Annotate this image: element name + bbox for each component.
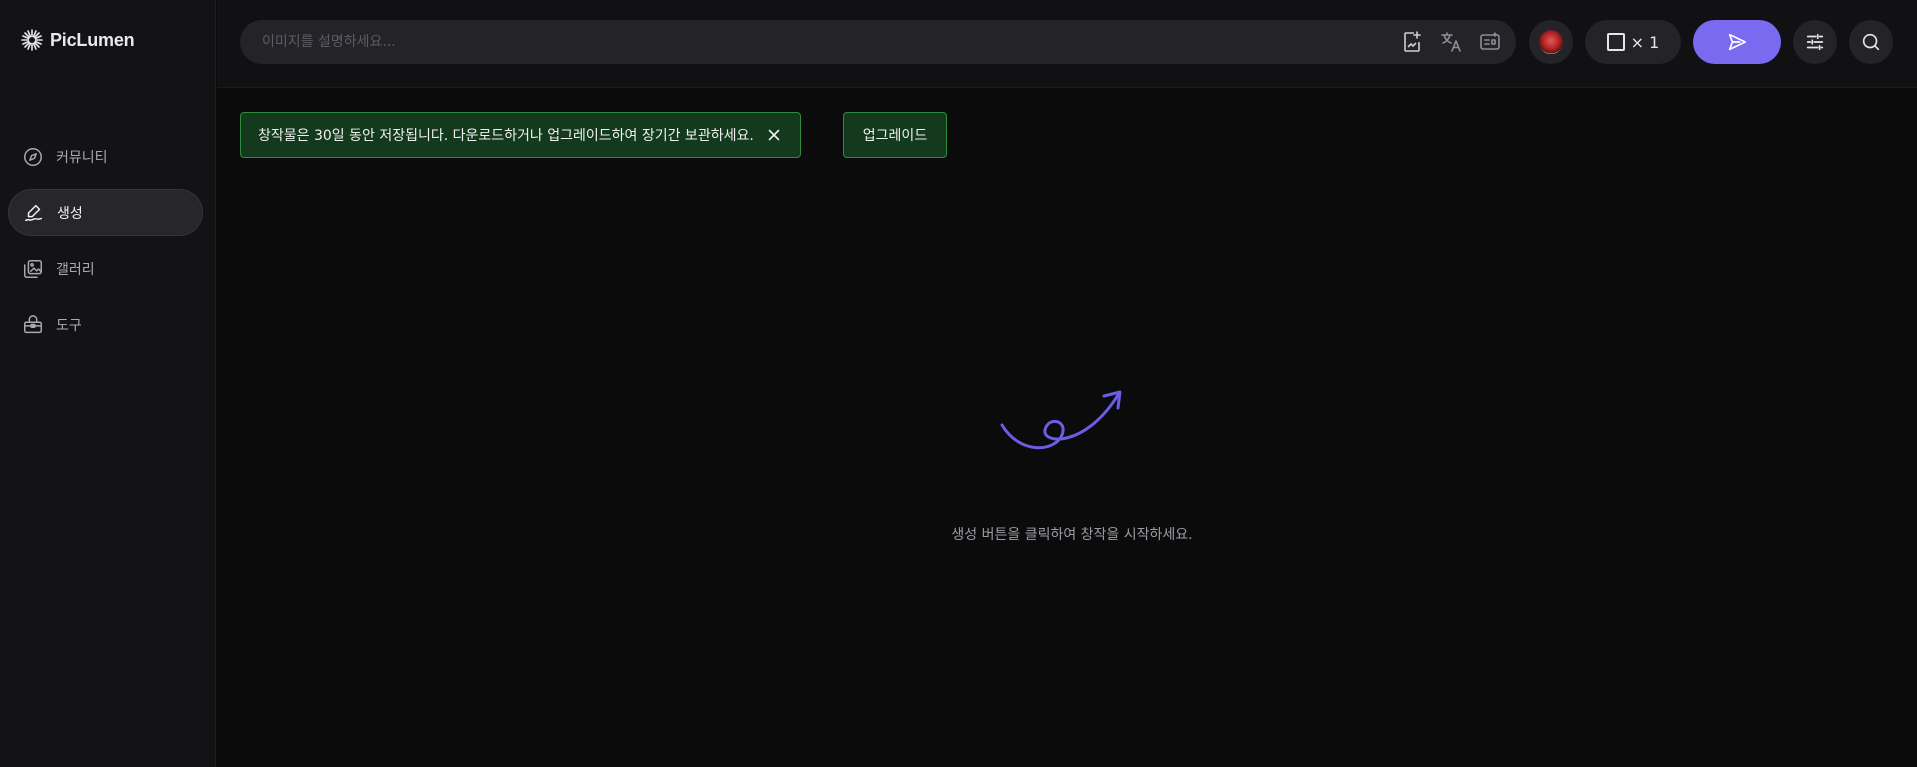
upgrade-label: 업그레이드 [862,128,928,144]
sidebar-item-label: 갤러리 [56,261,95,278]
prompt-enhance-icon[interactable] [1478,30,1502,54]
sidebar-item-community[interactable]: 커뮤니티 [8,133,203,180]
send-icon [1728,33,1747,51]
sidebar-item-label: 생성 [57,205,83,222]
settings-button[interactable] [1793,20,1837,64]
batch-count-button[interactable]: × 1 [1585,20,1681,64]
sidebar-item-create[interactable]: 생성 [8,189,203,236]
model-avatar [1539,30,1563,54]
sidebar: PicLumen 커뮤니티 생성 갤러리 도구 [0,0,216,767]
prompt-input[interactable] [240,20,1390,64]
sidebar-item-tools[interactable]: 도구 [8,301,203,348]
sidebar-item-gallery[interactable]: 갤러리 [8,245,203,292]
image-upload-icon[interactable] [1400,30,1424,54]
search-icon [1862,33,1880,51]
model-select-button[interactable] [1529,20,1573,64]
close-icon[interactable] [766,127,782,143]
compass-icon [24,147,42,166]
search-button[interactable] [1849,20,1893,64]
sidebar-nav: 커뮤니티 생성 갤러리 도구 [8,133,203,357]
notice-message: 창작물은 30일 동안 저장됩니다. 다운로드하거나 업그레이드하여 장기간 보… [258,128,754,144]
toolbox-icon [24,314,42,333]
logo-text: PicLumen [50,29,135,50]
translate-icon[interactable] [1439,30,1463,54]
prompt-tools [1400,20,1502,64]
upgrade-button[interactable]: 업그레이드 [843,112,947,158]
sidebar-item-label: 커뮤니티 [56,149,108,166]
retention-notice: 창작물은 30일 동안 저장됩니다. 다운로드하거나 업그레이드하여 장기간 보… [240,112,801,158]
pen-sign-icon [25,204,43,221]
empty-state-message: 생성 버튼을 클릭하여 창작을 시작하세요. [951,527,1193,543]
prompt-bar [240,20,1516,64]
batch-count-label: × 1 [1630,32,1660,52]
app-root: PicLumen 커뮤니티 생성 갤러리 도구 이미지를 설명하세요... × … [0,0,1917,767]
generate-button[interactable] [1693,20,1781,64]
topbar: × 1 [217,0,1917,88]
logo[interactable]: PicLumen [20,28,135,52]
curly-arrow-icon [1000,390,1122,450]
aspect-square-icon [1606,33,1625,51]
images-icon [24,259,42,278]
sliders-icon [1806,33,1824,51]
logo-icon [21,29,43,51]
sidebar-item-label: 도구 [56,317,82,334]
